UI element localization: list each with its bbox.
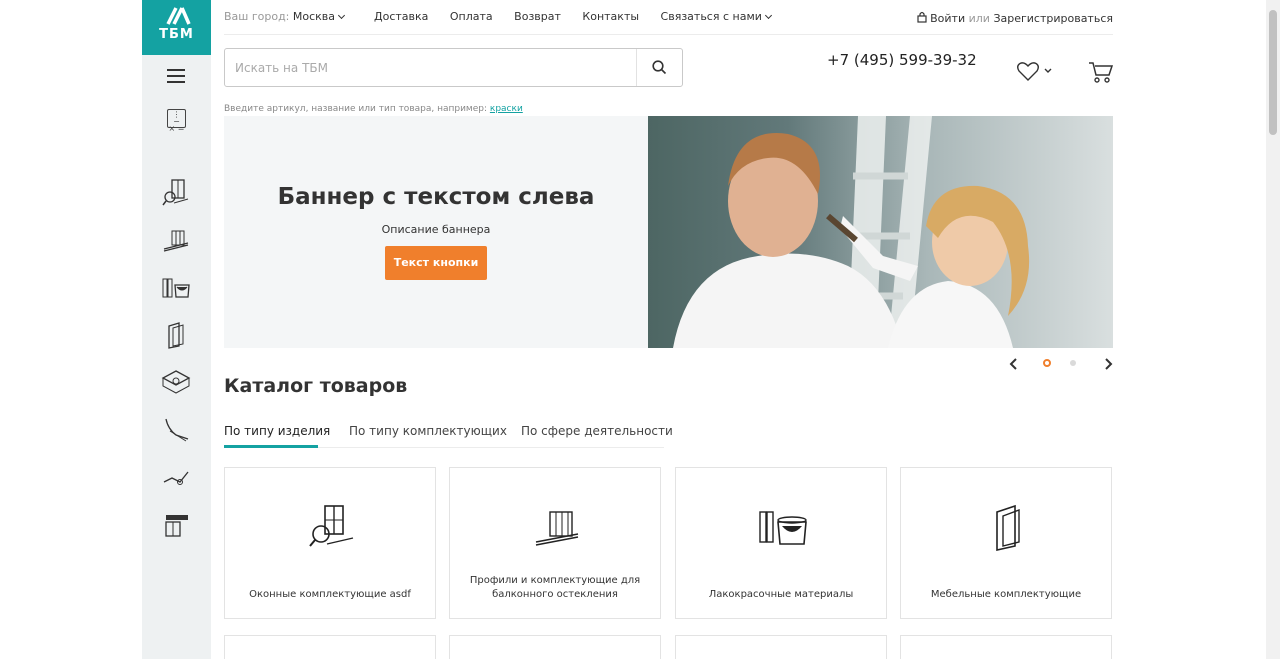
top-nav: Доставка Оплата Возврат Контакты Связать… <box>374 10 789 23</box>
chevron-down-icon <box>764 11 772 20</box>
logo-mark-icon <box>165 7 191 25</box>
search-icon <box>652 60 667 75</box>
banner-text-area: Баннер с текстом слева Описание баннера … <box>224 116 648 348</box>
catalog-card-label: Мебельные комплектующие <box>930 589 1082 600</box>
banner-photo-illustration <box>673 116 1030 348</box>
top-bar: Ваш город: Москва Доставка Оплата Возвра… <box>224 0 1113 35</box>
paint-icon[interactable] <box>160 273 192 303</box>
chevron-left-icon <box>1009 358 1017 370</box>
phone-number[interactable]: +7 (495) 599-39-32 <box>827 51 977 69</box>
furniture-fittings-icon <box>996 504 1020 551</box>
banner-description: Описание баннера <box>381 223 491 236</box>
catalog-card[interactable]: Профили и комплектующие для балконного о… <box>449 467 661 619</box>
catalog-card[interactable]: Оконные комплектующие asdf <box>224 467 436 619</box>
left-sidebar: ТБМ ⋮ − × = <box>142 0 211 659</box>
ceiling-icon[interactable] <box>160 367 192 397</box>
heart-icon <box>1017 62 1052 81</box>
furniture-fittings-icon[interactable] <box>160 320 192 350</box>
city-label: Ваш город: <box>224 10 290 23</box>
search-hint-text: Введите артикул, название или тип товара… <box>224 104 488 114</box>
register-link[interactable]: Зарегистрироваться <box>993 12 1113 25</box>
chevron-down-icon <box>337 11 346 20</box>
banner-dot-2[interactable] <box>1070 360 1076 366</box>
tab-by-product-type[interactable]: По типу изделия <box>224 424 330 448</box>
catalog-card-label: Профили и комплектующие для балконного о… <box>469 575 641 600</box>
nav-contact-us[interactable]: Связаться с нами <box>660 10 772 23</box>
balcony-profile-icon <box>535 511 579 546</box>
banner-button[interactable]: Текст кнопки <box>385 246 487 280</box>
menu-icon[interactable] <box>167 69 185 83</box>
catalog-card[interactable]: Лакокрасочные материалы <box>675 467 887 619</box>
cart-icon <box>1089 62 1114 83</box>
catalog-tabs: По типу изделия По типу комплектующих По… <box>224 424 673 448</box>
scrollbar-thumb[interactable] <box>1269 10 1277 135</box>
logo[interactable]: ТБМ <box>142 0 211 55</box>
window-fittings-icon[interactable] <box>160 177 192 207</box>
catalog-card[interactable] <box>224 635 436 659</box>
nav-contacts[interactable]: Контакты <box>582 10 639 23</box>
banner-title: Баннер с текстом слева <box>277 184 595 210</box>
banner-prev-button[interactable] <box>1008 358 1020 370</box>
catalog-card-label: Лакокрасочные материалы <box>708 589 854 600</box>
nav-return[interactable]: Возврат <box>514 10 561 23</box>
catalog-card[interactable] <box>900 635 1112 659</box>
search-hint-link[interactable]: краски <box>490 104 523 114</box>
scrollbar[interactable] <box>1266 0 1280 659</box>
banner-image <box>648 116 1113 348</box>
cart-button[interactable] <box>1088 60 1114 84</box>
banner-next-button[interactable] <box>1102 358 1114 370</box>
tab-by-activity[interactable]: По сфере деятельности <box>521 424 673 448</box>
catalog-card-label: Оконные комплектующие asdf <box>249 589 411 600</box>
window-fittings-icon <box>309 505 354 547</box>
search-hint: Введите артикул, название или тип товара… <box>224 104 523 114</box>
lock-icon <box>917 11 927 23</box>
nav-contact-us-label: Связаться с нами <box>660 10 762 23</box>
catalog-title: Каталог товаров <box>224 375 408 397</box>
banner-dot-1[interactable] <box>1043 359 1051 367</box>
city-value: Москва <box>292 10 336 23</box>
paint-icon <box>759 511 807 545</box>
facade-icon[interactable] <box>160 510 192 540</box>
nav-payment[interactable]: Оплата <box>450 10 493 23</box>
favorites-button[interactable] <box>1016 61 1056 83</box>
search-button[interactable] <box>636 49 682 86</box>
login-or: или <box>968 12 990 25</box>
hero-banner: Баннер с текстом слева Описание баннера … <box>224 116 1113 348</box>
city-selector[interactable]: Ваш город: Москва <box>224 10 346 23</box>
catalog-card[interactable] <box>449 635 661 659</box>
login-link[interactable]: Войти <box>930 12 965 25</box>
tab-by-component-type[interactable]: По типу комплектующих <box>349 424 507 448</box>
gutter-icon[interactable] <box>160 415 192 445</box>
tools-icon[interactable] <box>160 462 192 492</box>
chevron-right-icon <box>1105 358 1113 370</box>
catalog-card[interactable] <box>675 635 887 659</box>
balcony-profile-icon[interactable] <box>160 225 192 255</box>
calculator-icon[interactable]: ⋮ − × = <box>167 109 186 133</box>
logo-text: ТБМ <box>159 27 194 42</box>
catalog-card[interactable]: Мебельные комплектующие <box>900 467 1112 619</box>
search-box <box>224 48 683 87</box>
search-input[interactable] <box>225 49 635 86</box>
login-area: Войти или Зарегистрироваться <box>917 10 1113 25</box>
nav-delivery[interactable]: Доставка <box>374 10 428 23</box>
